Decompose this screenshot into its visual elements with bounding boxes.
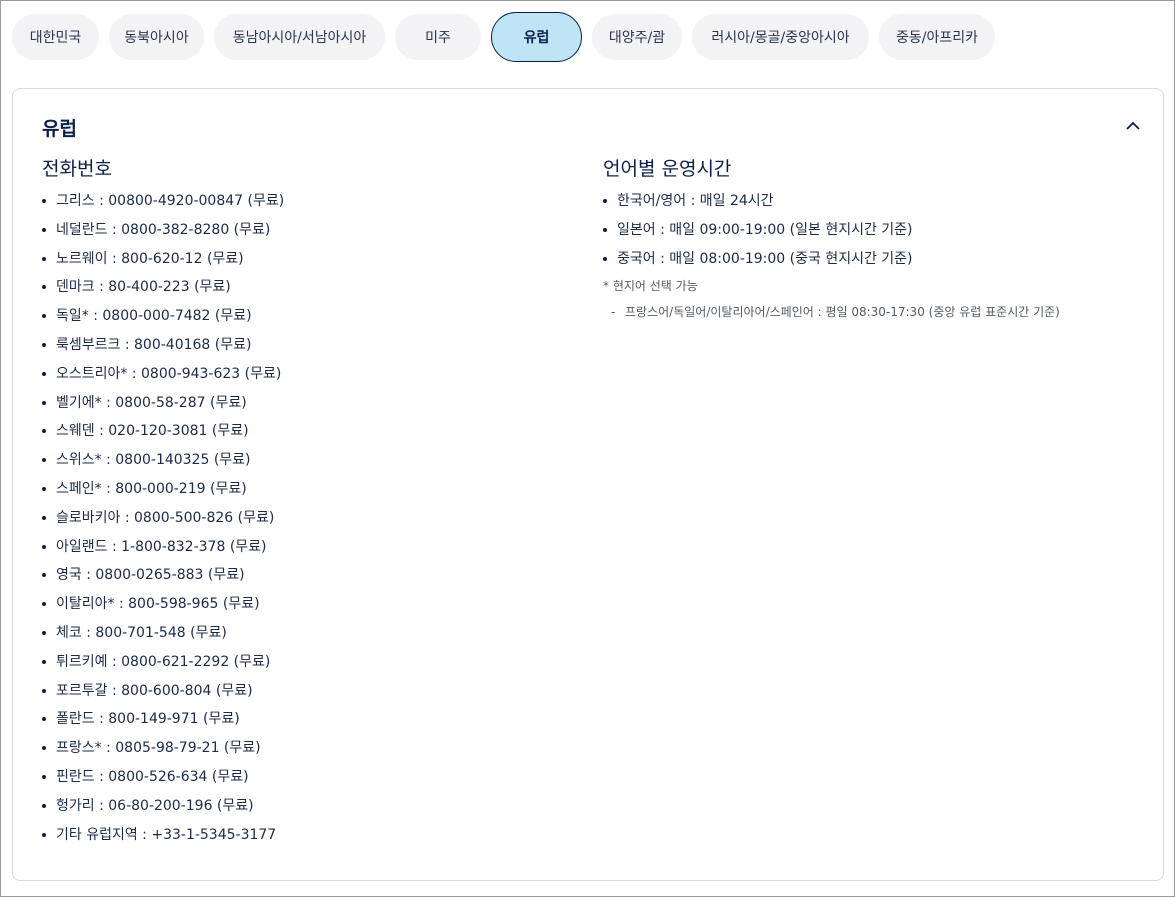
region-tab-bar: 대한민국 동북아시아 동남아시아/서남아시아 미주 유럽 대양주/괌 러시아/몽…: [12, 12, 995, 62]
phone-number-list: 그리스 : 00800-4920-00847 (무료) 네덜란드 : 0800-…: [42, 191, 582, 853]
list-item: 독일* : 0800-000-7482 (무료): [42, 306, 582, 335]
list-item: 한국어/영어 : 매일 24시간: [603, 191, 1143, 220]
list-item: 이탈리아* : 800-598-965 (무료): [42, 594, 582, 623]
list-item: 덴마크 : 80-400-223 (무료): [42, 277, 582, 306]
tab-southeast-southwest-asia[interactable]: 동남아시아/서남아시아: [214, 14, 385, 60]
local-language-note: * 현지어 선택 가능: [603, 279, 698, 294]
list-item: 튀르키예 : 0800-621-2292 (무료): [42, 652, 582, 681]
list-item: 아일랜드 : 1-800-832-378 (무료): [42, 537, 582, 566]
list-item: 오스트리아* : 0800-943-623 (무료): [42, 364, 582, 393]
collapse-button[interactable]: [1121, 113, 1145, 137]
list-item: 포르투갈 : 800-600-804 (무료): [42, 681, 582, 710]
tab-oceania-guam[interactable]: 대양주/괌: [592, 14, 682, 60]
operating-hours-list: 한국어/영어 : 매일 24시간 일본어 : 매일 09:00-19:00 (일…: [603, 191, 1143, 277]
list-item: 체코 : 800-701-548 (무료): [42, 623, 582, 652]
list-item: 룩셈부르크 : 800-40168 (무료): [42, 335, 582, 364]
list-item: 스페인* : 800-000-219 (무료): [42, 479, 582, 508]
list-item: 그리스 : 00800-4920-00847 (무료): [42, 191, 582, 220]
list-item: 벨기에* : 0800-58-287 (무료): [42, 393, 582, 422]
phone-numbers-heading: 전화번호: [42, 158, 112, 180]
list-item: 폴란드 : 800-149-971 (무료): [42, 709, 582, 738]
chevron-up-icon: [1125, 116, 1141, 135]
list-item: 슬로바키아 : 0800-500-826 (무료): [42, 508, 582, 537]
list-item: 노르웨이 : 800-620-12 (무료): [42, 249, 582, 278]
dash-bullet: -: [611, 305, 616, 320]
list-item: 스웨덴 : 020-120-3081 (무료): [42, 421, 582, 450]
list-item: 영국 : 0800-0265-883 (무료): [42, 565, 582, 594]
list-item: 기타 유럽지역 : +33-1-5345-3177: [42, 825, 582, 854]
region-panel: 유럽 전화번호 그리스 : 00800-4920-00847 (무료) 네덜란드…: [12, 88, 1164, 881]
list-item: 프랑스* : 0805-98-79-21 (무료): [42, 738, 582, 767]
list-item: 중국어 : 매일 08:00-19:00 (중국 현지시간 기준): [603, 249, 1143, 278]
tab-europe[interactable]: 유럽: [491, 12, 582, 62]
operating-hours-section: 언어별 운영시간 한국어/영어 : 매일 24시간 일본어 : 매일 09:00…: [603, 157, 1143, 321]
tab-korea[interactable]: 대한민국: [12, 14, 99, 60]
list-item: 네덜란드 : 0800-382-8280 (무료): [42, 220, 582, 249]
phone-numbers-section: 전화번호 그리스 : 00800-4920-00847 (무료) 네덜란드 : …: [42, 157, 582, 853]
list-item: 핀란드 : 0800-526-634 (무료): [42, 767, 582, 796]
panel-title: 유럽: [42, 118, 77, 140]
tab-middle-east-africa[interactable]: 중동/아프리카: [879, 14, 995, 60]
tab-northeast-asia[interactable]: 동북아시아: [109, 14, 204, 60]
tab-russia-mongolia-central-asia[interactable]: 러시아/몽골/중앙아시아: [692, 14, 869, 60]
tab-americas[interactable]: 미주: [395, 14, 481, 60]
subnote-text: 프랑스어/독일어/이탈리아어/스페인어 : 평일 08:30-17:30 (중앙…: [625, 305, 1060, 320]
local-language-subnote: - 프랑스어/독일어/이탈리아어/스페인어 : 평일 08:30-17:30 (중…: [603, 303, 1143, 321]
operating-hours-heading: 언어별 운영시간: [603, 158, 732, 180]
list-item: 일본어 : 매일 09:00-19:00 (일본 현지시간 기준): [603, 220, 1143, 249]
list-item: 스위스* : 0800-140325 (무료): [42, 450, 582, 479]
list-item: 헝가리 : 06-80-200-196 (무료): [42, 796, 582, 825]
